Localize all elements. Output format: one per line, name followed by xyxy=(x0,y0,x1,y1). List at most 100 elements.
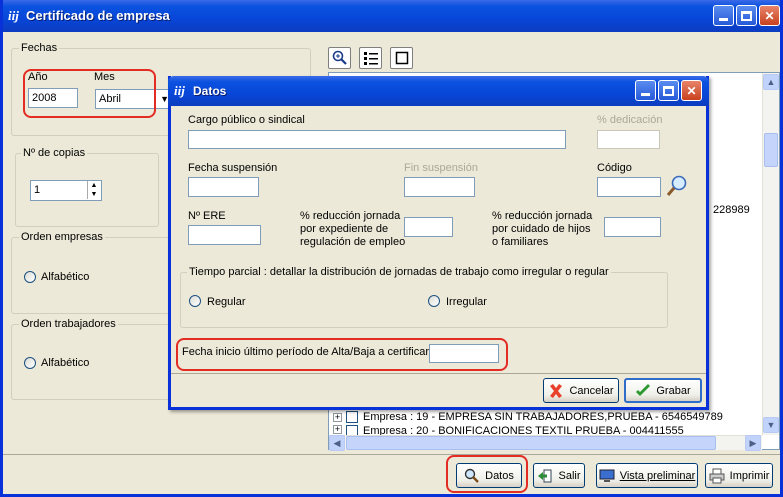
hscroll-thumb[interactable] xyxy=(346,436,716,450)
zoom-icon xyxy=(332,50,347,65)
tree-row-label: Empresa : 20 - BONIFICACIONES TEXTIL PRU… xyxy=(363,425,684,435)
tree-horizontal-scrollbar[interactable]: ◀ ▶ xyxy=(329,435,762,451)
maximize-icon xyxy=(663,85,674,96)
search-icon[interactable] xyxy=(666,174,690,198)
list-view-button[interactable] xyxy=(359,47,382,69)
fecha-suspension-input[interactable] xyxy=(188,177,259,197)
orden-empresas-alfabetico-label: Alfabético xyxy=(41,271,90,283)
reduccion-cuidado-label-3: o familiares xyxy=(492,236,549,248)
tiempo-parcial-group xyxy=(180,272,668,328)
codigo-input[interactable] xyxy=(597,177,661,197)
fin-suspension-label: Fin suspensión xyxy=(404,162,478,174)
ere-label: Nº ERE xyxy=(188,210,226,222)
list-icon xyxy=(363,52,378,65)
ere-input[interactable] xyxy=(188,225,261,245)
dedicacion-input[interactable] xyxy=(597,130,660,149)
orden-empresas-group xyxy=(11,237,181,314)
reduccion-expediente-label-1: % reducción jornada xyxy=(300,210,401,222)
window-title: Certificado de empresa xyxy=(26,8,170,23)
monitor-icon xyxy=(599,469,615,482)
vista-preliminar-label: Vista preliminar xyxy=(619,469,696,482)
dialog-logo-icon: iij xyxy=(174,83,185,98)
close-icon: ✕ xyxy=(686,83,697,98)
zoom-button[interactable] xyxy=(328,47,351,69)
dialog-title-bar[interactable]: iij Datos ✕ xyxy=(168,76,709,106)
cargo-label: Cargo público o sindical xyxy=(188,114,305,126)
tree-row[interactable]: + Empresa : 20 - BONIFICACIONES TEXTIL P… xyxy=(333,425,684,435)
scroll-up-button[interactable]: ▲ xyxy=(763,74,779,90)
tree-checkbox[interactable] xyxy=(346,425,358,435)
dialog-close-button[interactable]: ✕ xyxy=(681,80,702,101)
orden-empresas-alfabetico-radio[interactable] xyxy=(24,271,36,283)
reduccion-cuidado-label-1: % reducción jornada xyxy=(492,210,593,222)
dialog-maximize-button[interactable] xyxy=(658,80,679,101)
reduccion-cuidado-input[interactable] xyxy=(604,217,661,237)
dedicacion-label: % dedicación xyxy=(597,114,663,126)
orden-trabajadores-alfabetico-label: Alfabético xyxy=(41,357,90,369)
fecha-inicio-label: Fecha inicio último período de Alta/Baja… xyxy=(182,346,430,358)
imprimir-label: Imprimir xyxy=(729,469,770,482)
minimize-icon xyxy=(719,18,728,21)
close-icon: ✕ xyxy=(764,8,775,23)
minimize-icon xyxy=(641,93,650,96)
reduccion-expediente-input[interactable] xyxy=(404,217,453,237)
bottom-separator xyxy=(3,454,780,455)
scroll-down-button[interactable]: ▼ xyxy=(763,417,779,433)
tiempo-parcial-legend: Tiempo parcial : detallar la distribució… xyxy=(187,266,611,278)
cargo-input[interactable] xyxy=(188,130,566,149)
cancelar-label: Cancelar xyxy=(569,384,614,397)
fecha-suspension-label: Fecha suspensión xyxy=(188,162,278,174)
reduccion-cuidado-label-2: por cuidado de hijos xyxy=(492,223,591,235)
scroll-thumb[interactable] xyxy=(764,133,778,167)
tree-row[interactable]: + Empresa : 19 - EMPRESA SIN TRABAJADORE… xyxy=(333,409,723,425)
codigo-label: Código xyxy=(597,162,632,174)
highlight-fechas xyxy=(23,69,156,118)
tree-vertical-scrollbar[interactable]: ▲ ▼ xyxy=(762,73,779,435)
maximize-button[interactable] xyxy=(736,5,757,26)
empty-checkbox-icon xyxy=(395,51,408,65)
imprimir-button[interactable]: Imprimir xyxy=(705,463,773,488)
scroll-left-button[interactable]: ◀ xyxy=(329,435,345,451)
irregular-radio[interactable] xyxy=(428,295,440,307)
tree-partial-text: 228989 xyxy=(713,204,750,216)
orden-trabajadores-alfabetico-radio[interactable] xyxy=(24,357,36,369)
dialog-title: Datos xyxy=(193,84,227,98)
app-logo-icon: iij xyxy=(8,8,19,23)
highlight-datos xyxy=(446,455,528,493)
copias-legend: Nº de copias xyxy=(21,147,88,159)
orden-empresas-legend: Orden empresas xyxy=(19,231,105,243)
select-none-button[interactable] xyxy=(390,47,413,69)
maximize-icon xyxy=(741,10,752,21)
dialog-minimize-button[interactable] xyxy=(635,80,656,101)
dialog-separator xyxy=(171,373,706,374)
grabar-button[interactable]: Grabar xyxy=(624,378,702,403)
cancelar-button[interactable]: Cancelar xyxy=(543,378,619,403)
spinner-arrows-icon[interactable]: ▲ ▼ xyxy=(87,181,100,199)
copias-spinner[interactable]: 1 ▲ ▼ xyxy=(30,180,102,201)
cancel-x-icon xyxy=(550,383,563,398)
close-button[interactable]: ✕ xyxy=(759,5,780,26)
reduccion-expediente-label-2: por expediente de xyxy=(300,223,389,235)
minimize-button[interactable] xyxy=(713,5,734,26)
salir-label: Salir xyxy=(558,469,581,482)
regular-radio[interactable] xyxy=(189,295,201,307)
orden-trabajadores-legend: Orden trabajadores xyxy=(19,318,118,330)
printer-icon xyxy=(709,468,725,483)
expand-icon[interactable]: + xyxy=(333,425,342,434)
orden-trabajadores-group xyxy=(11,324,181,400)
fin-suspension-input[interactable] xyxy=(404,177,475,197)
scroll-right-button[interactable]: ▶ xyxy=(745,435,761,451)
tree-checkbox[interactable] xyxy=(346,411,358,423)
copias-value: 1 xyxy=(34,184,41,196)
datos-dialog: iij Datos ✕ Cargo público o sindical % d… xyxy=(168,76,709,410)
exit-icon xyxy=(538,469,552,482)
fecha-inicio-input[interactable] xyxy=(429,344,499,363)
irregular-label: Irregular xyxy=(446,296,487,308)
tree-row-label: Empresa : 19 - EMPRESA SIN TRABAJADORES,… xyxy=(363,411,723,423)
vista-preliminar-button[interactable]: Vista preliminar xyxy=(596,463,698,488)
expand-icon[interactable]: + xyxy=(333,412,342,422)
reduccion-expediente-label-3: regulación de empleo xyxy=(300,236,406,248)
title-bar[interactable]: iij Certificado de empresa ✕ xyxy=(3,0,780,32)
salir-button[interactable]: Salir xyxy=(533,463,585,488)
regular-label: Regular xyxy=(207,296,246,308)
